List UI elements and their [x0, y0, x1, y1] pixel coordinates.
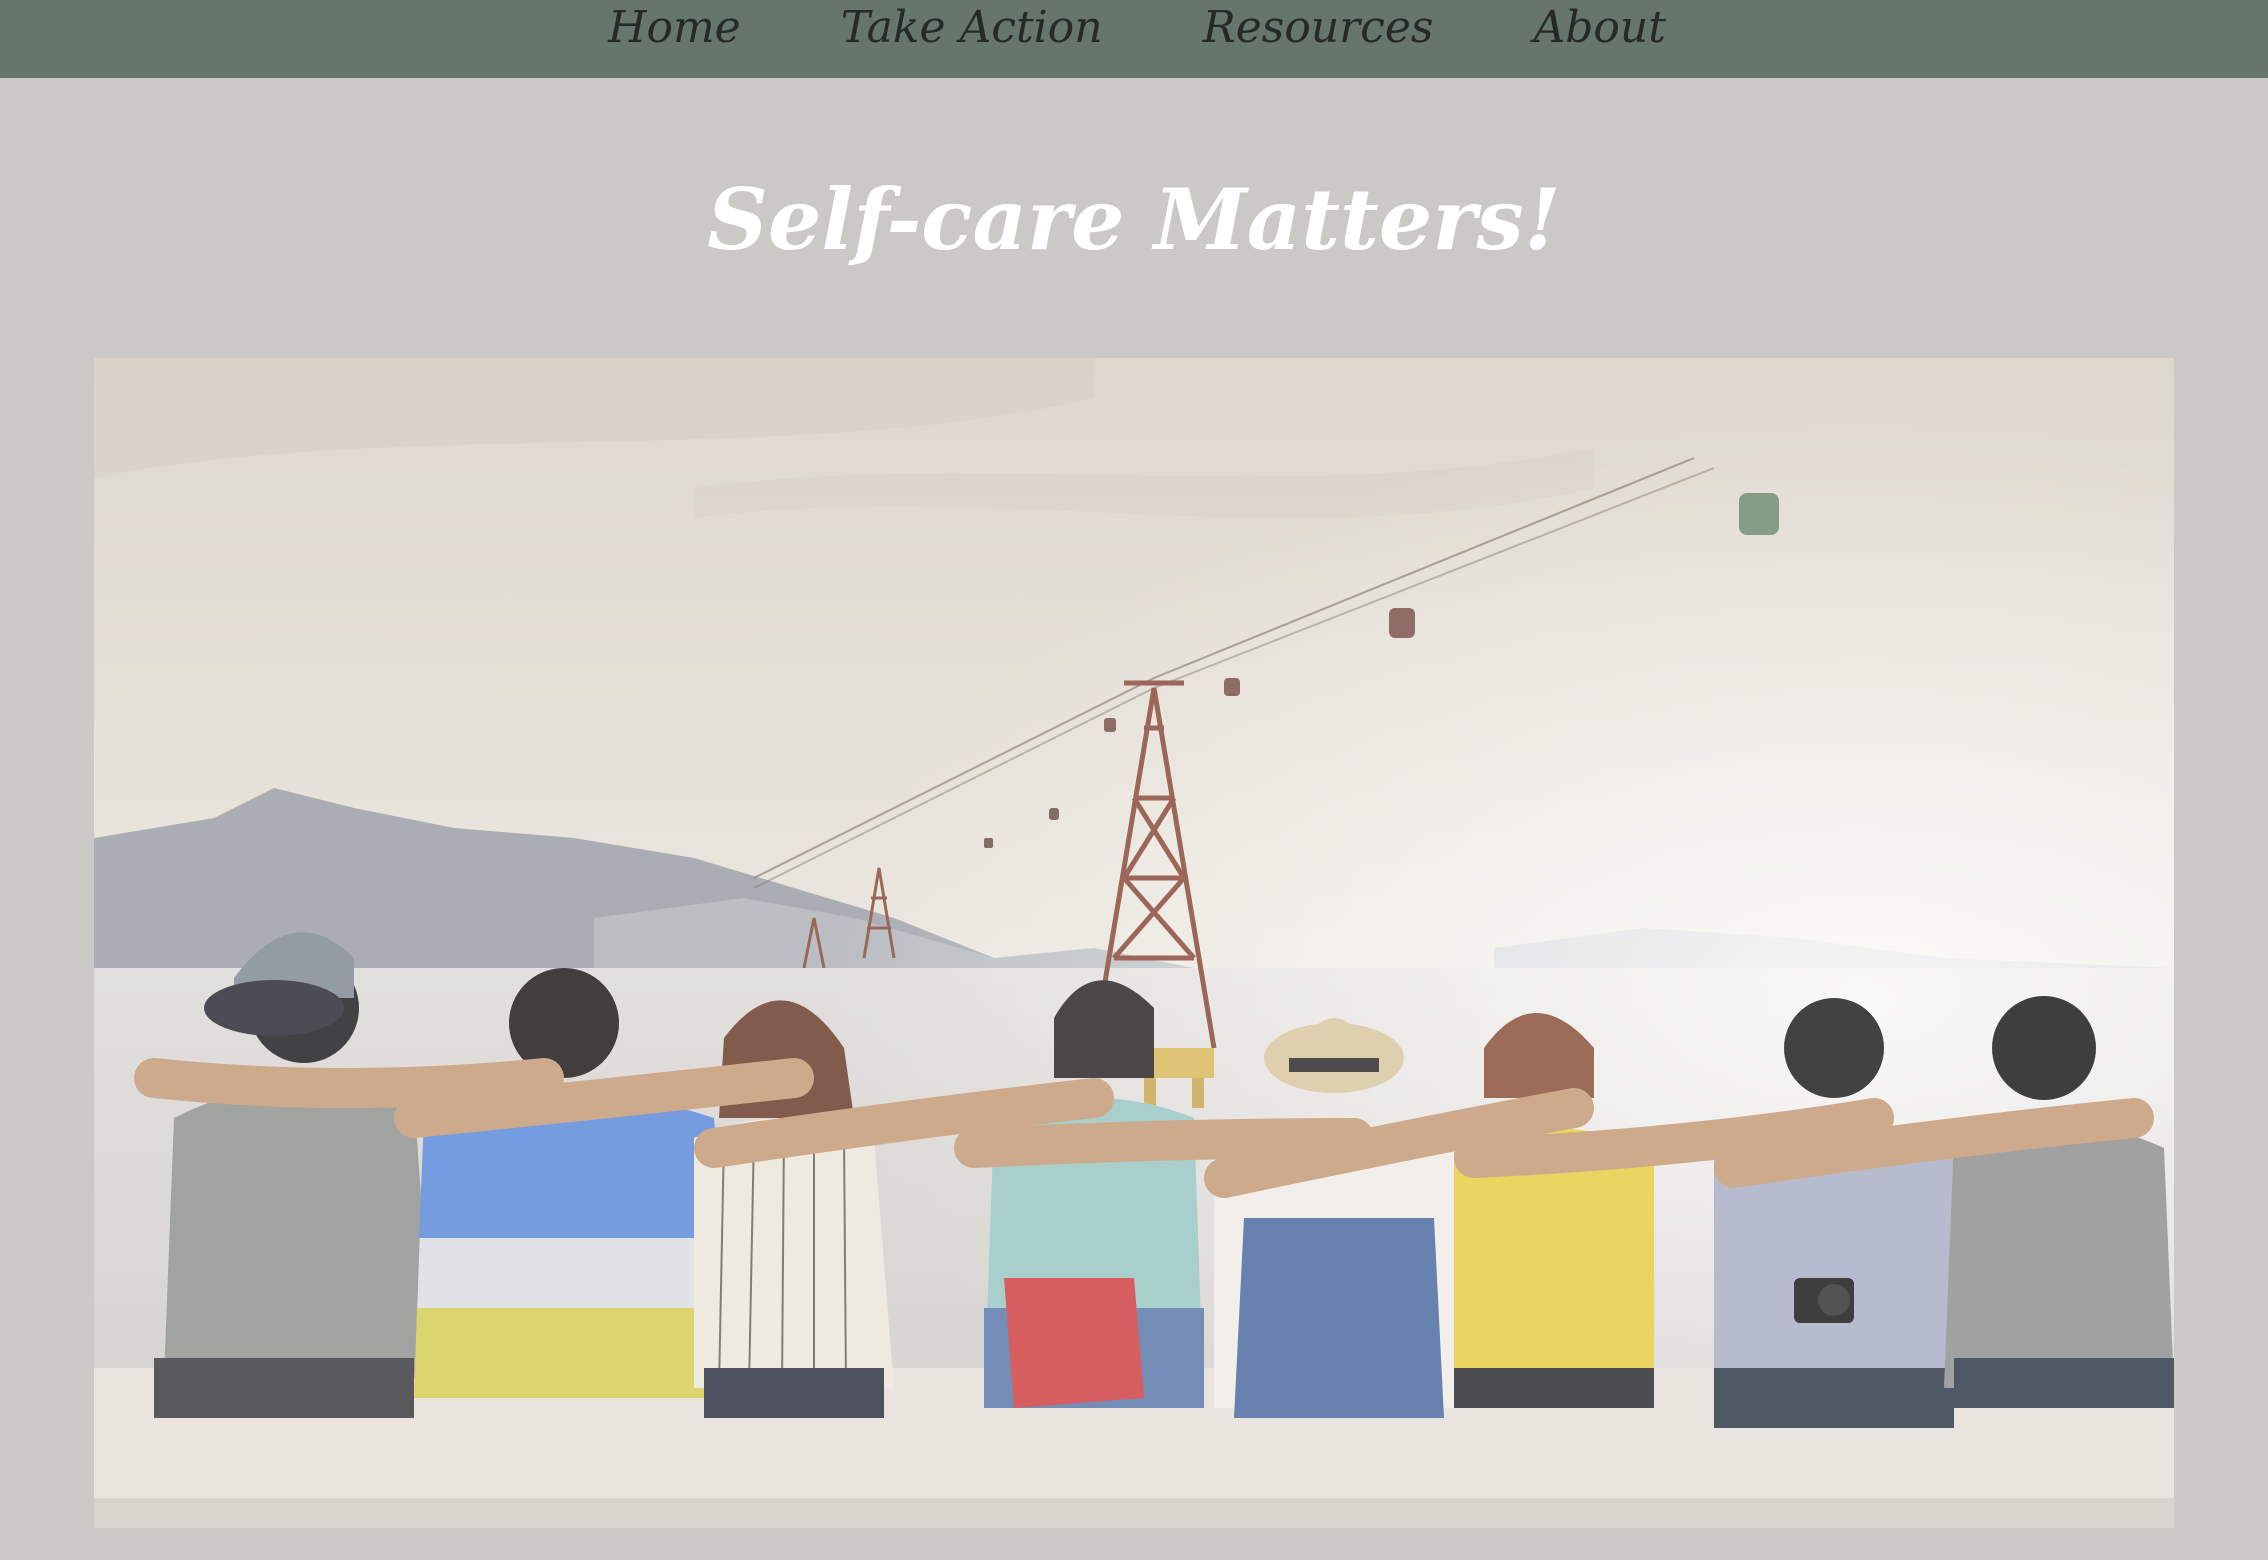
nav-link-take-action[interactable]: Take Action — [841, 0, 1103, 56]
top-navigation-bar: Home Take Action Resources About — [0, 0, 2268, 78]
hero-image — [94, 358, 2174, 1528]
nav-menu: Home Take Action Resources About — [608, 0, 1666, 56]
page-title: Self-care Matters! — [707, 170, 1561, 269]
nav-link-resources[interactable]: Resources — [1203, 0, 1434, 56]
nav-link-about[interactable]: About — [1533, 0, 1665, 56]
photo-friends-sitting-by-sea-icon — [94, 358, 2174, 1528]
nav-link-home[interactable]: Home — [608, 0, 741, 56]
